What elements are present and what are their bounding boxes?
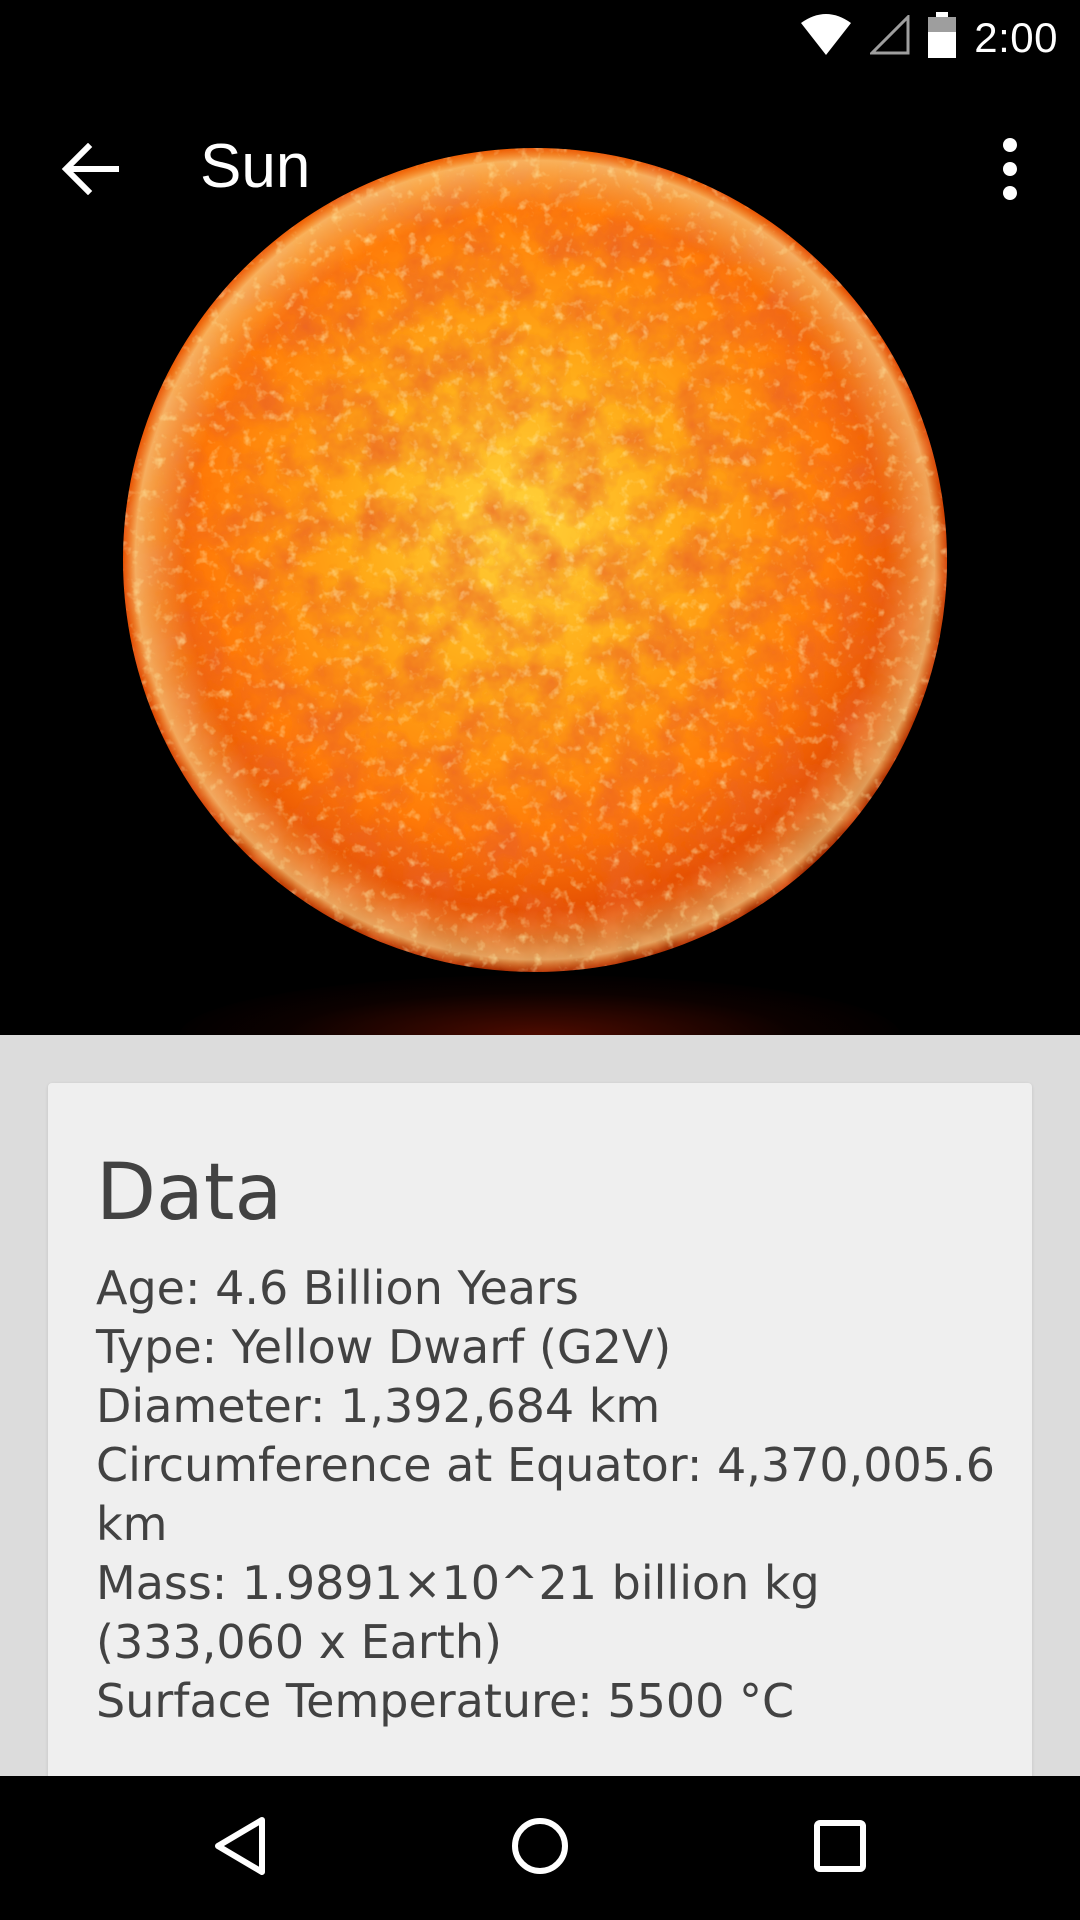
status-time: 2:00 bbox=[974, 13, 1058, 61]
home-circle-icon bbox=[510, 1816, 570, 1881]
back-button[interactable] bbox=[40, 121, 140, 221]
arrow-back-icon bbox=[60, 142, 120, 200]
status-bar: 2:00 bbox=[0, 0, 1080, 75]
data-diameter: Diameter: 1,392,684 km bbox=[96, 1379, 661, 1433]
data-surface-temperature: Surface Temperature: 5500 °C bbox=[96, 1674, 795, 1728]
status-icons: 2:00 bbox=[800, 0, 1058, 75]
card-title: Data bbox=[96, 1148, 283, 1238]
data-card: Data Age: 4.6 Billion Years Type: Yellow… bbox=[48, 1083, 1032, 1783]
more-vertical-icon bbox=[1000, 137, 1020, 206]
recents-square-icon bbox=[813, 1819, 867, 1878]
overflow-menu-button[interactable] bbox=[970, 121, 1050, 221]
app-screen: 2:00 Sun Data Age: 4.6 Billion Years Typ… bbox=[0, 0, 1080, 1920]
cellular-signal-icon bbox=[868, 13, 910, 60]
battery-icon bbox=[928, 12, 957, 63]
back-triangle-icon bbox=[212, 1816, 268, 1881]
page-title: Sun bbox=[200, 132, 311, 201]
sun-image bbox=[120, 145, 950, 975]
data-circumference: Circumference at Equator: 4,370,005.6 km bbox=[96, 1438, 995, 1551]
navigation-bar bbox=[0, 1776, 1080, 1920]
nav-back-button[interactable] bbox=[190, 1798, 290, 1898]
nav-home-button[interactable] bbox=[490, 1798, 590, 1898]
wifi-icon bbox=[800, 13, 852, 62]
toolbar: Sun bbox=[0, 75, 1080, 245]
nav-recents-button[interactable] bbox=[790, 1798, 890, 1898]
sun-reflection-glow bbox=[180, 975, 900, 1035]
data-type: Type: Yellow Dwarf (G2V) bbox=[96, 1320, 672, 1374]
data-mass: Mass: 1.9891×10^21 billion kg (333,060 x… bbox=[96, 1556, 820, 1669]
card-body: Age: 4.6 Billion Years Type: Yellow Dwar… bbox=[96, 1259, 996, 1731]
data-age: Age: 4.6 Billion Years bbox=[96, 1261, 579, 1315]
